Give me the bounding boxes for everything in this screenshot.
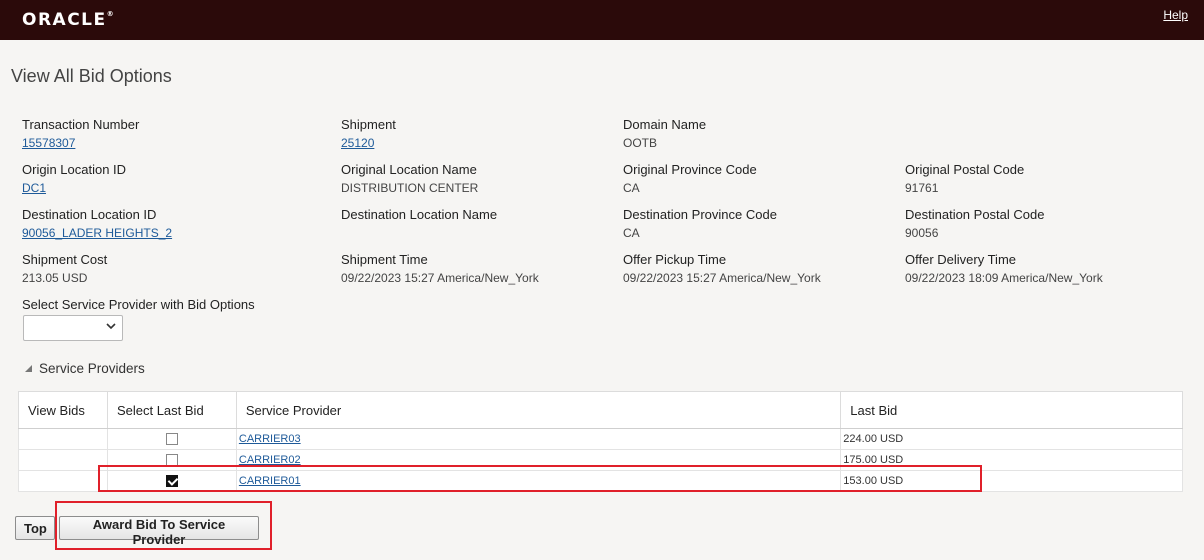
offer-delivery-time-field: Offer Delivery Time 09/22/2023 18:09 Ame… [905, 252, 1103, 286]
table-row: CARRIER03 224.00 USD [18, 428, 1183, 450]
field-label: Select Service Provider with Bid Options [22, 297, 255, 312]
shipment-time-field: Shipment Time 09/22/2023 15:27 America/N… [341, 252, 539, 286]
shipment-cost-field: Shipment Cost 213.05 USD [22, 252, 107, 286]
view-bids-cell[interactable] [18, 449, 108, 471]
field-label: Destination Province Code [623, 207, 777, 222]
view-bids-cell[interactable] [18, 428, 108, 450]
table-row: CARRIER01 153.00 USD [18, 470, 1183, 492]
select-last-bid-checkbox[interactable] [165, 454, 178, 467]
select-last-bid-checkbox[interactable] [165, 433, 178, 446]
table-header-row: View Bids Select Last Bid Service Provid… [18, 391, 1183, 429]
domain-name-value: OOTB [623, 136, 658, 150]
award-bid-button[interactable]: Award Bid To Service Provider [59, 516, 259, 547]
collapse-triangle-icon [24, 364, 33, 375]
column-header-select-last-bid: Select Last Bid [106, 391, 237, 429]
select-last-bid-cell [106, 428, 237, 450]
view-bids-cell[interactable] [18, 470, 108, 492]
last-bid-cell: 153.00 USD [840, 470, 1183, 492]
origin-location-id-link[interactable]: DC1 [22, 181, 126, 196]
destination-province-code-field: Destination Province Code CA [623, 207, 777, 241]
service-provider-link[interactable]: CARRIER01 [239, 475, 301, 487]
last-bid-cell: 224.00 USD [840, 428, 1183, 450]
destination-location-id-link[interactable]: 90056_LADER HEIGHTS_2 [22, 226, 172, 241]
service-provider-cell: CARRIER02 [235, 449, 842, 471]
shipment-cost-value: 213.05 USD [22, 271, 88, 285]
field-label: Destination Location ID [22, 207, 157, 222]
offer-delivery-time-value: 09/22/2023 18:09 America/New_York [905, 271, 1103, 285]
select-last-bid-cell [106, 470, 237, 492]
field-label: Transaction Number [22, 117, 140, 132]
field-label: Original Postal Code [905, 162, 1025, 177]
oracle-logo: ORACLE® [22, 10, 114, 30]
service-provider-link[interactable]: CARRIER02 [239, 454, 301, 466]
service-provider-link[interactable]: CARRIER03 [239, 433, 301, 445]
transaction-number-field: Transaction Number 15578307 [22, 117, 139, 151]
select-last-bid-checkbox-checked[interactable] [165, 475, 178, 488]
offer-pickup-time-field: Offer Pickup Time 09/22/2023 15:27 Ameri… [623, 252, 821, 286]
column-header-view-bids: View Bids [18, 391, 108, 429]
last-bid-cell: 175.00 USD [840, 449, 1183, 471]
destination-postal-code-field: Destination Postal Code 90056 [905, 207, 1044, 241]
section-label: Service Providers [39, 361, 145, 376]
field-label: Original Location Name [341, 162, 477, 177]
service-providers-table: View Bids Select Last Bid Service Provid… [18, 391, 1183, 492]
origin-location-id-field: Origin Location ID DC1 [22, 162, 126, 196]
shipment-time-value: 09/22/2023 15:27 America/New_York [341, 271, 539, 285]
help-link[interactable]: Help [1163, 8, 1188, 22]
service-provider-select[interactable] [23, 315, 123, 341]
field-label: Offer Delivery Time [905, 252, 1017, 267]
field-label: Shipment Cost [22, 252, 108, 267]
field-label: Origin Location ID [22, 162, 127, 177]
transaction-number-link[interactable]: 15578307 [22, 136, 139, 151]
service-providers-toggle[interactable]: Service Providers [24, 361, 145, 376]
service-provider-cell: CARRIER03 [235, 428, 842, 450]
destination-postal-code-value: 90056 [905, 226, 939, 240]
original-location-name-value: DISTRIBUTION CENTER [341, 181, 479, 195]
select-last-bid-cell [106, 449, 237, 471]
field-label: Destination Postal Code [905, 207, 1045, 222]
app-header: ORACLE® Help [0, 0, 1204, 40]
field-label: Destination Location Name [341, 207, 498, 222]
original-province-code-field: Original Province Code CA [623, 162, 757, 196]
shipment-field: Shipment 25120 [341, 117, 396, 151]
chevron-down-icon [106, 321, 116, 334]
table-row: CARRIER02 175.00 USD [18, 449, 1183, 471]
field-label: Original Province Code [623, 162, 757, 177]
provider-select-label: Select Service Provider with Bid Options [22, 297, 255, 313]
offer-pickup-time-value: 09/22/2023 15:27 America/New_York [623, 271, 821, 285]
field-label: Domain Name [623, 117, 707, 132]
domain-name-field: Domain Name OOTB [623, 117, 706, 151]
top-button[interactable]: Top [15, 516, 55, 540]
destination-location-id-field: Destination Location ID 90056_LADER HEIG… [22, 207, 172, 241]
field-label: Offer Pickup Time [623, 252, 727, 267]
shipment-link[interactable]: 25120 [341, 136, 396, 151]
field-label: Shipment [341, 117, 396, 132]
original-postal-code-field: Original Postal Code 91761 [905, 162, 1024, 196]
destination-location-name-field: Destination Location Name [341, 207, 497, 226]
original-province-code-value: CA [623, 181, 640, 195]
service-provider-cell: CARRIER01 [235, 470, 842, 492]
column-header-service-provider: Service Provider [235, 391, 842, 429]
original-postal-code-value: 91761 [905, 181, 939, 195]
page-title: View All Bid Options [11, 66, 172, 86]
original-location-name-field: Original Location Name DISTRIBUTION CENT… [341, 162, 478, 196]
column-header-last-bid: Last Bid [840, 391, 1183, 429]
field-label: Shipment Time [341, 252, 428, 267]
destination-province-code-value: CA [623, 226, 640, 240]
